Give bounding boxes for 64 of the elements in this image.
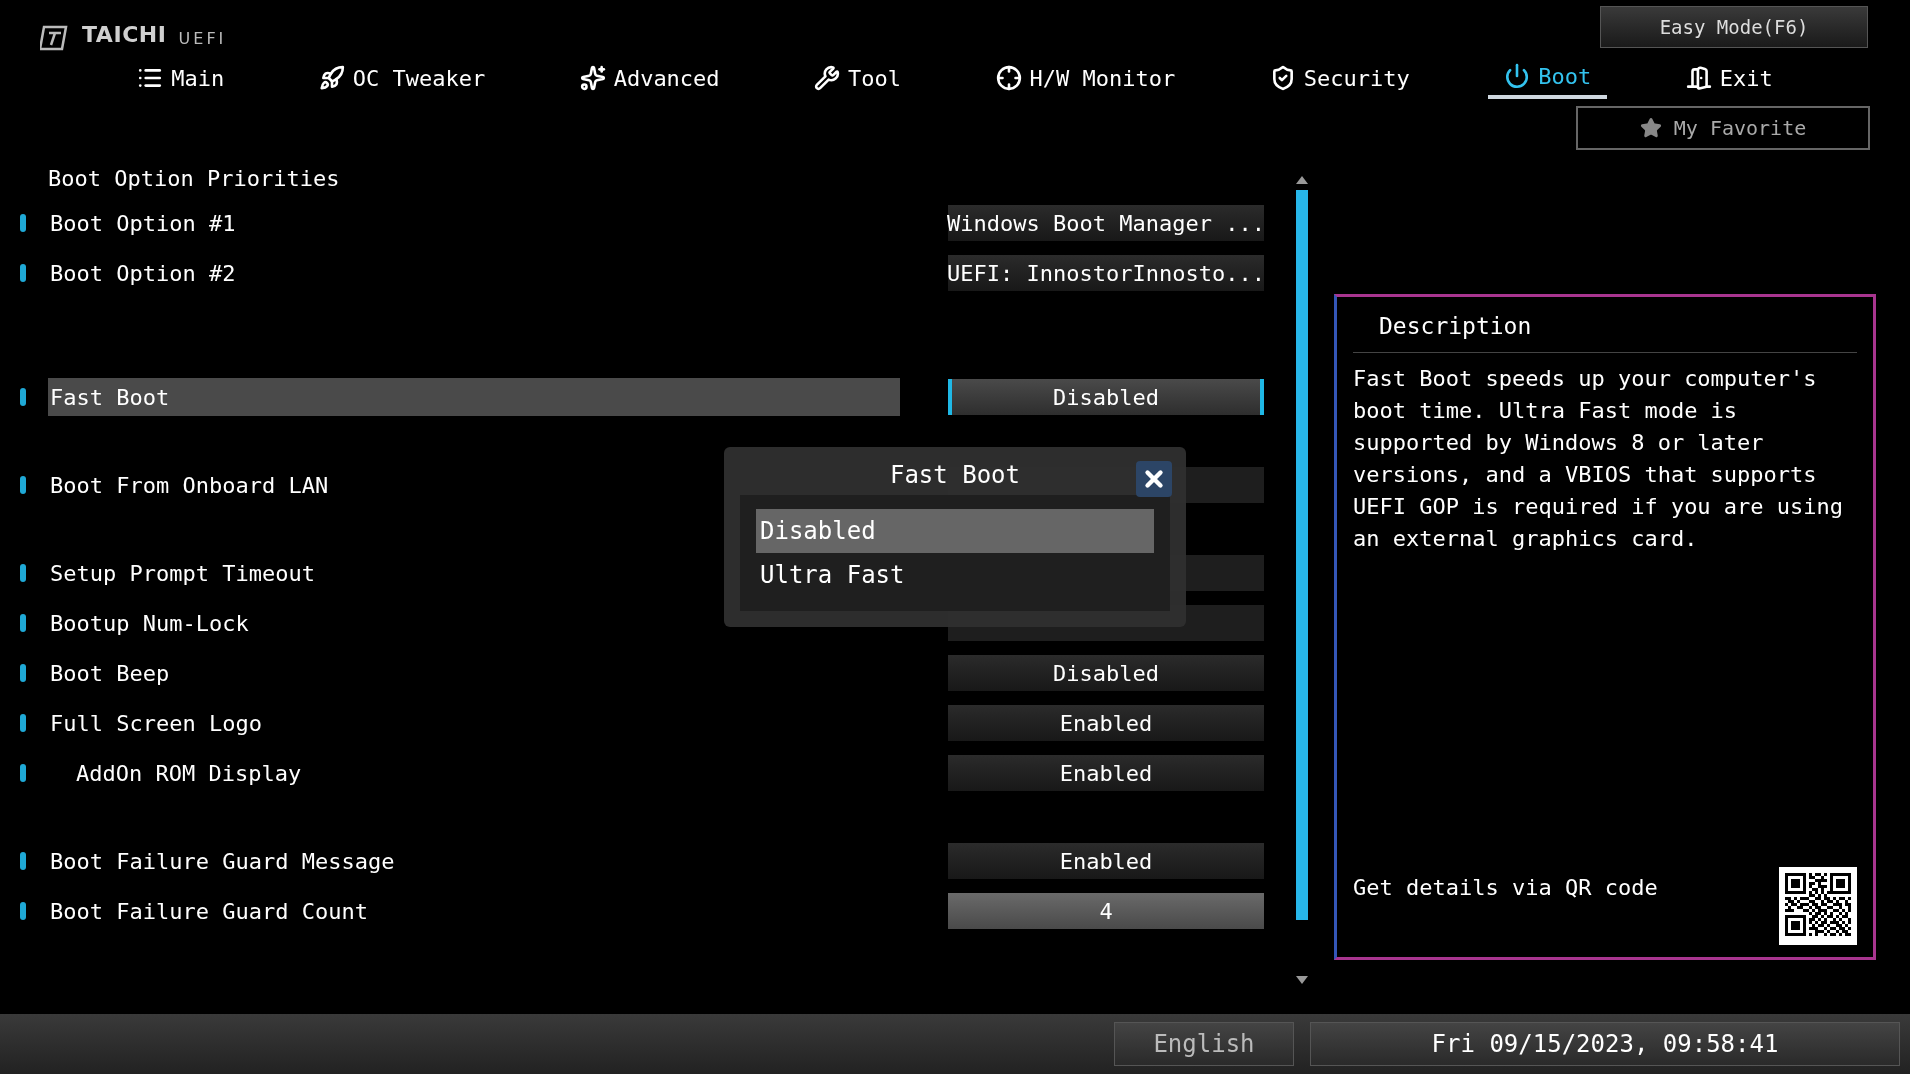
- date-time: Fri 09/15/2023, 09:58:41: [1310, 1022, 1900, 1066]
- menu-tab[interactable]: H/W Monitor: [979, 57, 1192, 99]
- setting-label[interactable]: Boot Failure Guard Count: [48, 892, 368, 930]
- easy-mode-button[interactable]: Easy Mode(F6): [1600, 6, 1868, 48]
- setting-label[interactable]: Full Screen Logo: [48, 704, 262, 742]
- menu-tab[interactable]: OC Tweaker: [302, 57, 502, 99]
- row-marker: [20, 564, 26, 582]
- scrollbar-thumb[interactable]: [1296, 190, 1308, 920]
- setting-label[interactable]: Setup Prompt Timeout: [48, 554, 315, 592]
- popup-title: Fast Boot: [889, 460, 1020, 491]
- scroll-up-icon[interactable]: [1296, 176, 1308, 184]
- option-item[interactable]: Disabled: [756, 509, 1154, 553]
- language-selector[interactable]: English: [1114, 1022, 1294, 1066]
- star-icon: [1639, 117, 1662, 139]
- menu-tab[interactable]: Advanced: [563, 57, 736, 99]
- setting-label[interactable]: AddOn ROM Display: [48, 754, 302, 792]
- qr-code-icon: [1779, 867, 1857, 945]
- brand-subtitle: UEFI: [178, 28, 227, 50]
- menu-tab[interactable]: Boot: [1488, 57, 1608, 99]
- row-marker: [20, 388, 26, 406]
- star-icon: [579, 65, 606, 91]
- setting-label[interactable]: Boot From Onboard LAN: [48, 466, 329, 504]
- menu-tab[interactable]: Exit: [1669, 57, 1789, 99]
- qr-caption: Get details via QR code: [1353, 874, 1658, 902]
- wrench-icon: [814, 65, 841, 91]
- row-marker: [20, 264, 26, 282]
- description-text: Fast Boot speeds up your computer's boot time. Ultra Fast mode is supported by Windows 8 or later versions, and a VBIOS that supports UEFI GOP is required if you are using an external graphics card.: [1353, 364, 1845, 553]
- scroll-down-icon[interactable]: [1296, 976, 1308, 984]
- row-marker: [20, 764, 26, 782]
- favorite-button[interactable]: My Favorite: [1576, 106, 1870, 150]
- value-box[interactable]: Disabled: [948, 655, 1264, 691]
- row-marker: [20, 714, 26, 732]
- crosshair-icon: [995, 65, 1022, 91]
- menu-tab[interactable]: Tool: [798, 57, 918, 99]
- power-icon: [1504, 63, 1531, 89]
- value-box[interactable]: Disabled: [948, 379, 1264, 415]
- row-marker: [20, 664, 26, 682]
- setting-label[interactable]: Boot Failure Guard Message: [48, 842, 395, 880]
- value-field[interactable]: 4: [948, 893, 1264, 929]
- setting-label[interactable]: Boot Beep: [48, 654, 170, 692]
- option-item[interactable]: Ultra Fast: [756, 553, 1154, 597]
- description-title: Description: [1379, 313, 1532, 339]
- section-heading: Boot Option Priorities: [48, 164, 340, 193]
- row-marker: [20, 476, 26, 494]
- setting-label[interactable]: Bootup Num-Lock: [48, 604, 249, 642]
- row-marker: [20, 614, 26, 632]
- brand-name: TAICHI: [82, 21, 167, 49]
- rocket-icon: [318, 65, 345, 91]
- door-icon: [1685, 65, 1712, 91]
- setting-label[interactable]: Fast Boot: [48, 378, 900, 416]
- value-box[interactable]: Enabled: [948, 755, 1264, 791]
- logo-icon: [40, 25, 70, 51]
- close-button[interactable]: [1136, 461, 1172, 497]
- row-marker: [20, 902, 26, 920]
- row-marker: [20, 852, 26, 870]
- setting-label[interactable]: Boot Option #1: [48, 204, 236, 242]
- menu-tab[interactable]: Security: [1253, 57, 1426, 99]
- value-box[interactable]: Enabled: [948, 843, 1264, 879]
- setting-label[interactable]: Boot Option #2: [48, 254, 236, 292]
- value-box[interactable]: Enabled: [948, 705, 1264, 741]
- value-box[interactable]: UEFI: InnostorInnosto...: [948, 255, 1264, 291]
- row-marker: [20, 214, 26, 232]
- value-box[interactable]: Windows Boot Manager ...: [948, 205, 1264, 241]
- menu-tab[interactable]: Main: [121, 57, 241, 99]
